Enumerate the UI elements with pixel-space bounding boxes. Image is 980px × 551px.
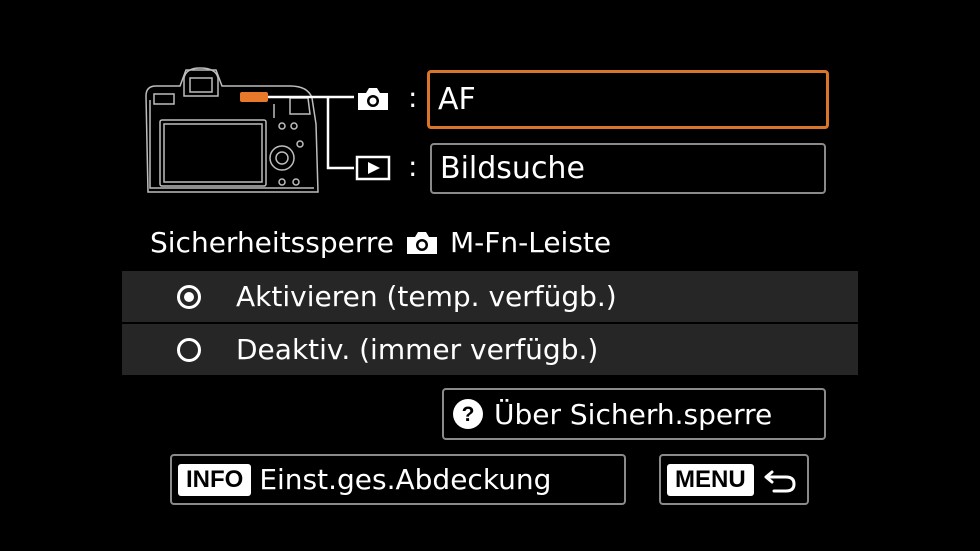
option-disable-label: Deaktiv. (immer verfügb.) xyxy=(236,333,599,366)
camera-icon xyxy=(358,88,388,110)
question-icon: ? xyxy=(453,399,483,429)
section-title: Sicherheitssperre M-Fn-Leiste xyxy=(150,226,611,259)
info-key-label: INFO xyxy=(178,463,252,496)
playback-function-value: Bildsuche xyxy=(440,151,585,186)
option-disable[interactable]: Deaktiv. (immer verfügb.) xyxy=(122,324,858,375)
help-button[interactable]: ? Über Sicherh.sperre xyxy=(442,388,826,440)
option-enable-label: Aktivieren (temp. verfügb.) xyxy=(236,280,617,313)
info-button[interactable]: INFO Einst.ges.Abdeckung xyxy=(170,454,626,505)
info-button-label: Einst.ges.Abdeckung xyxy=(259,463,552,496)
option-enable[interactable]: Aktivieren (temp. verfügb.) xyxy=(122,271,858,322)
menu-back-button[interactable]: MENU xyxy=(659,454,809,505)
section-title-prefix: Sicherheitssperre xyxy=(150,226,394,259)
shooting-separator: : xyxy=(408,81,418,114)
playback-function-field[interactable]: Bildsuche xyxy=(430,143,826,194)
shooting-function-field[interactable]: AF xyxy=(427,70,829,129)
playback-icon xyxy=(355,155,391,181)
section-title-suffix: M-Fn-Leiste xyxy=(450,226,612,259)
camera-icon xyxy=(407,231,437,254)
help-button-label: Über Sicherh.sperre xyxy=(494,397,773,431)
svg-text:?: ? xyxy=(462,403,475,426)
radio-selected-icon xyxy=(177,285,201,309)
menu-key-label: MENU xyxy=(667,463,754,496)
playback-separator: : xyxy=(408,150,418,183)
shooting-function-value: AF xyxy=(438,82,476,117)
mfn-bar-highlight xyxy=(240,92,268,102)
camera-diagram-icon xyxy=(145,67,354,193)
radio-unselected-icon xyxy=(177,338,201,362)
back-arrow-icon xyxy=(764,470,796,492)
